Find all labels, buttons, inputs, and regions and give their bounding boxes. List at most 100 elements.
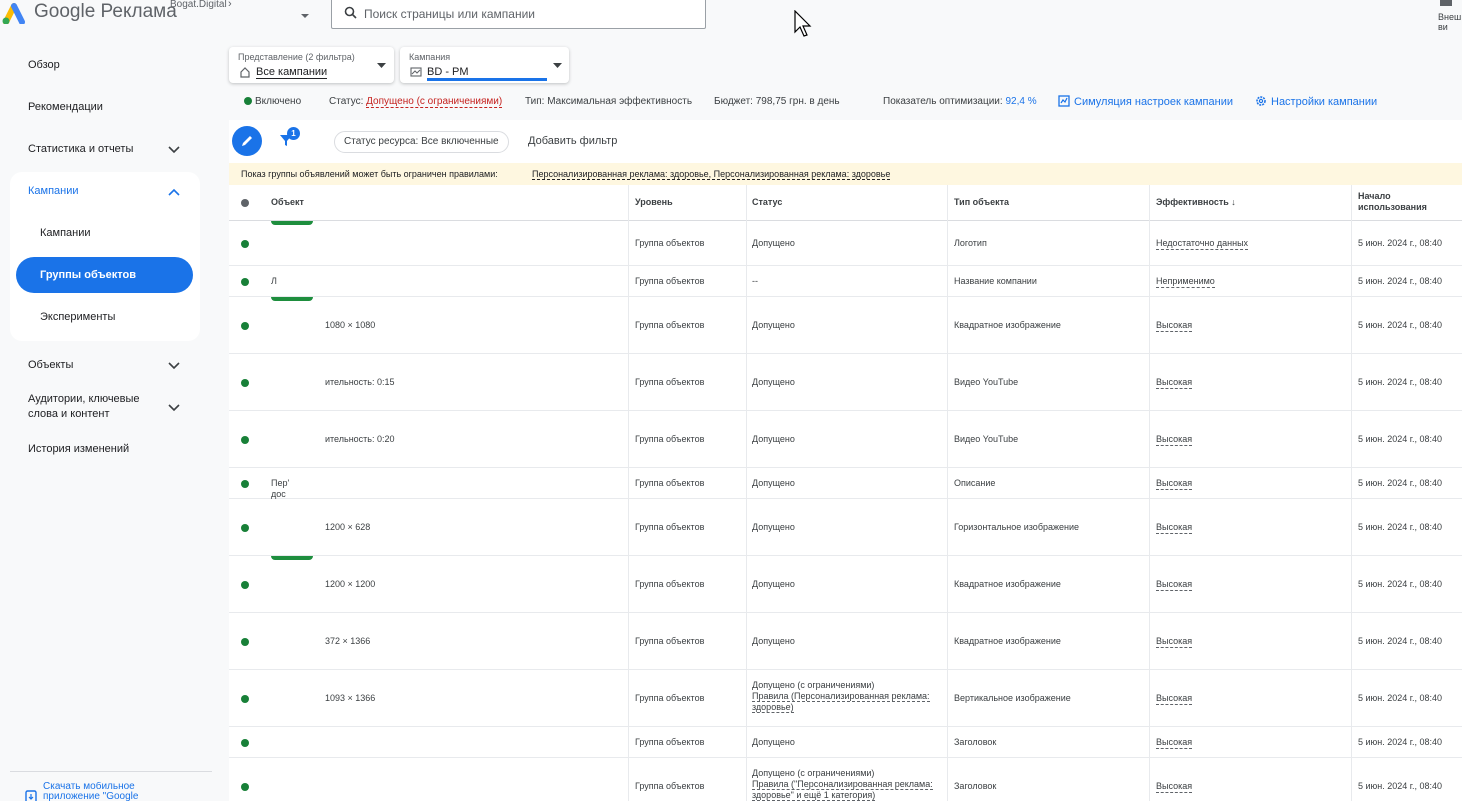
column-header-status[interactable]: Статус xyxy=(752,197,782,207)
asset-type: Заголовок xyxy=(954,737,997,747)
table-row[interactable]: 1080 × 1080 Группа объектов Допущено Квадра… xyxy=(229,297,1462,354)
status-dot-icon[interactable] xyxy=(241,638,249,646)
chevron-up-icon[interactable] xyxy=(168,188,180,196)
search-input[interactable]: Поиск страницы или кампании xyxy=(331,0,706,29)
enabled-status[interactable]: Включено xyxy=(244,96,301,107)
status-dot-icon[interactable] xyxy=(241,524,249,532)
policy-rules-link[interactable]: Правила (Персонализированная реклама: зд… xyxy=(752,691,930,713)
asset-performance[interactable]: Высокая xyxy=(1156,478,1193,490)
asset-performance[interactable]: Высокая xyxy=(1156,579,1193,591)
sidebar-item-change-history[interactable]: История изменений xyxy=(28,442,129,457)
asset-start-date: 5 июн. 2024 г., 08:40 xyxy=(1358,693,1442,703)
asset-object[interactable]: 1093 × 1366 xyxy=(325,693,465,704)
asset-object[interactable]: 372 × 1366 xyxy=(325,636,465,647)
simulate-settings-button[interactable]: Симуляция настроек кампании xyxy=(1058,95,1233,108)
campaign-select[interactable]: Кампания BD - PM xyxy=(400,47,569,83)
table-row[interactable]: 1093 × 1366 Группа объектов Допущено (с ог… xyxy=(229,670,1462,727)
download-app-link[interactable]: Скачать мобильное приложение "Google xyxy=(43,782,153,801)
sidebar-divider xyxy=(10,771,212,772)
status-dot-icon[interactable] xyxy=(241,322,249,330)
asset-performance[interactable]: Высокая xyxy=(1156,636,1193,648)
chevron-down-icon[interactable] xyxy=(168,146,180,154)
status-dot-icon[interactable] xyxy=(241,695,249,703)
add-filter-button[interactable]: Добавить фильтр xyxy=(528,135,617,147)
asset-performance[interactable]: Высокая xyxy=(1156,434,1193,446)
google-ads-logo-icon[interactable] xyxy=(2,0,28,24)
status-dot-icon[interactable] xyxy=(241,739,249,747)
status-dot-icon[interactable] xyxy=(241,278,249,286)
asset-type: Заголовок xyxy=(954,781,997,791)
dropdown-arrow-icon xyxy=(553,63,562,68)
column-header-object[interactable]: Объект xyxy=(271,197,304,207)
status-value-link[interactable]: Допущено (с ограничениями) xyxy=(366,96,503,108)
asset-start-date: 5 июн. 2024 г., 08:40 xyxy=(1358,434,1442,444)
asset-object[interactable]: ительность: 0:20 xyxy=(325,434,465,445)
status-dot-icon[interactable] xyxy=(241,480,249,488)
external-view-label: Внеш ви xyxy=(1438,12,1462,32)
asset-object[interactable]: Л xyxy=(271,276,411,287)
asset-performance[interactable]: Неприменимо xyxy=(1156,276,1215,288)
asset-performance[interactable]: Недостаточно данных xyxy=(1156,238,1249,250)
chevron-down-icon[interactable] xyxy=(168,404,180,412)
column-header-type[interactable]: Тип объекта xyxy=(954,197,1009,207)
asset-type: Горизонтальное изображение xyxy=(954,522,1080,532)
sidebar-item-statistics[interactable]: Статистика и отчеты xyxy=(28,142,133,157)
optimization-score-value[interactable]: 92,4 % xyxy=(1005,96,1036,107)
edit-button[interactable] xyxy=(232,126,262,156)
asset-status: Допущено xyxy=(752,377,795,387)
asset-performance[interactable]: Высокая xyxy=(1156,781,1193,793)
table-row[interactable]: Л Группа объектов -- Название компании Непри… xyxy=(229,266,1462,297)
chevron-down-icon[interactable] xyxy=(168,362,180,370)
asset-thumbnail[interactable] xyxy=(271,297,313,301)
table-row[interactable]: Группа объектов Допущено Заголовок Высокая 5… xyxy=(229,727,1462,758)
table-row[interactable]: Группа объектов Допущено (с ограничениями… xyxy=(229,758,1462,801)
sidebar-item-overview[interactable]: Обзор xyxy=(28,58,60,73)
policy-rules-link[interactable]: Правила ("Персонализированная реклама: з… xyxy=(752,779,933,801)
sort-down-icon: ↓ xyxy=(1231,197,1236,207)
table-row[interactable]: 1200 × 628 Группа объектов Допущено Горизон… xyxy=(229,499,1462,556)
resource-status-chip[interactable]: Статус ресурса: Все включенные xyxy=(334,131,509,153)
view-filter-select[interactable]: Представление (2 фильтра) Все кампании xyxy=(229,47,394,83)
asset-object[interactable]: Пер' дос xyxy=(271,478,291,500)
asset-performance[interactable]: Высокая xyxy=(1156,522,1193,534)
column-header-performance[interactable]: Эффективность ↓ xyxy=(1156,197,1236,207)
asset-object[interactable]: 1080 × 1080 xyxy=(325,320,465,331)
asset-object[interactable]: 1200 × 628 xyxy=(325,522,465,533)
account-dropdown-icon[interactable] xyxy=(300,12,310,20)
table-row[interactable]: 372 × 1366 Группа объектов Допущено Квадрат… xyxy=(229,613,1462,670)
account-name[interactable]: Bogat.Digital xyxy=(170,0,227,10)
sidebar-subitem-experiments[interactable]: Эксперименты xyxy=(40,311,115,323)
column-header-start[interactable]: Начало использования xyxy=(1358,191,1453,213)
asset-object[interactable]: 1200 × 1200 xyxy=(325,579,465,590)
asset-performance[interactable]: Высокая xyxy=(1156,737,1193,749)
column-header-level[interactable]: Уровень xyxy=(635,197,673,207)
campaign-settings-button[interactable]: Настройки кампании xyxy=(1255,95,1377,108)
table-row[interactable]: ительность: 0:15 Группа объектов Допущено В… xyxy=(229,354,1462,411)
asset-performance[interactable]: Высокая xyxy=(1156,377,1193,389)
sidebar-item-audiences[interactable]: Аудитории, ключевые слова и контент xyxy=(28,392,158,422)
sidebar-subitem-asset-groups[interactable]: Группы объектов xyxy=(16,257,193,293)
table-row[interactable]: 1200 × 1200 Группа объектов Допущено Квадра… xyxy=(229,556,1462,613)
asset-thumbnail[interactable] xyxy=(271,221,313,225)
asset-performance[interactable]: Высокая xyxy=(1156,320,1193,332)
header-status-dot-icon[interactable] xyxy=(241,199,249,207)
asset-object[interactable]: ительность: 0:15 xyxy=(325,377,465,388)
asset-start-date: 5 июн. 2024 г., 08:40 xyxy=(1358,276,1442,286)
table-row[interactable]: ительность: 0:20 Группа объектов Допущено В… xyxy=(229,411,1462,468)
sidebar-item-campaigns[interactable]: Кампании xyxy=(28,184,79,199)
status-dot-icon[interactable] xyxy=(241,436,249,444)
sidebar-item-assets[interactable]: Объекты xyxy=(28,358,73,373)
table-row[interactable]: Группа объектов Допущено Логотип Недостаточ… xyxy=(229,221,1462,266)
status-dot-icon[interactable] xyxy=(241,379,249,387)
brand-title[interactable]: Google Реклама xyxy=(34,1,177,23)
table-row[interactable]: Пер' дос Группа объектов Допущено Описание В… xyxy=(229,468,1462,499)
status-dot-icon[interactable] xyxy=(241,783,249,791)
sidebar-item-recommendations[interactable]: Рекомендации xyxy=(28,100,103,115)
sidebar-subitem-campaigns[interactable]: Кампании xyxy=(40,227,91,239)
asset-status: Допущено (с ограничениями) Правила (Персо… xyxy=(752,680,930,713)
asset-thumbnail[interactable] xyxy=(271,556,313,560)
status-dot-icon[interactable] xyxy=(241,240,249,248)
asset-performance[interactable]: Высокая xyxy=(1156,693,1193,705)
banner-policy-link[interactable]: Персонализированная реклама: здоровье, П… xyxy=(532,169,891,180)
status-dot-icon[interactable] xyxy=(241,581,249,589)
